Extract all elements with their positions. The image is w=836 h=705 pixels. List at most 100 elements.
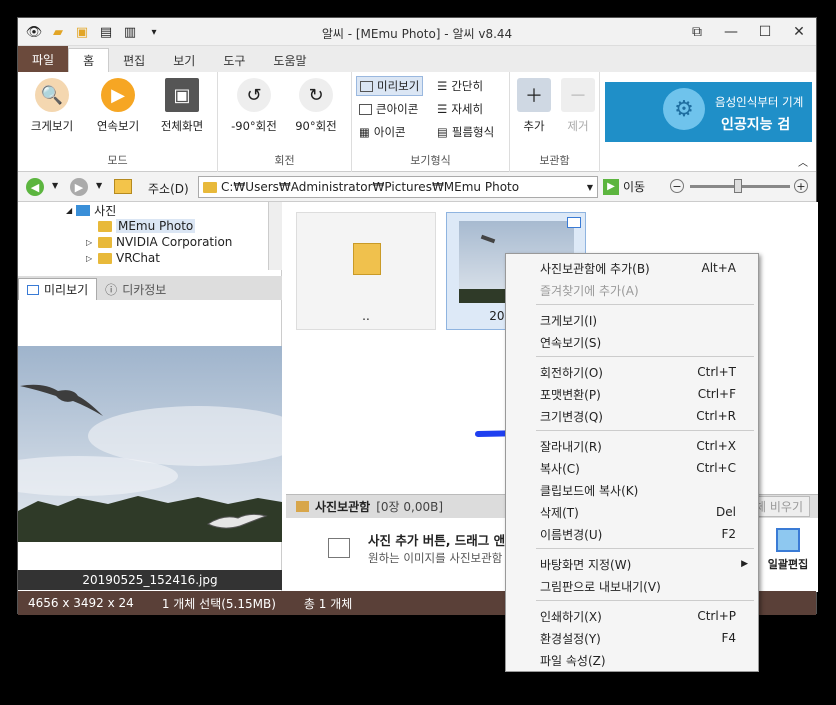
context-menu: 사진보관함에 추가(B) Alt+A 즐겨찾기에 추가(A) 크게보기(I) 연속…: [505, 253, 759, 672]
tree-item-label: NVIDIA Corporation: [116, 235, 233, 249]
pin-icon[interactable]: ⧉: [680, 18, 714, 46]
menu-rotate[interactable]: 회전하기(O) Ctrl+T: [506, 361, 758, 383]
menu-copy[interactable]: 복사(C) Ctrl+C: [506, 457, 758, 479]
album-add-icon: ＋: [517, 78, 551, 112]
menu-separator: [536, 600, 754, 601]
address-dropdown-icon[interactable]: ▼: [587, 183, 593, 192]
menu-set-wallpaper[interactable]: 바탕화면 지정(W) ▶: [506, 553, 758, 575]
large-view-button[interactable]: 🔍 크게보기: [20, 78, 84, 134]
batch-edit-label: 일괄편집: [767, 558, 809, 571]
menu-add-favorites[interactable]: 즐겨찾기에 추가(A): [506, 279, 758, 301]
ad-mascot-icon: ⚙: [663, 88, 705, 130]
forward-dropdown-icon[interactable]: ▼: [96, 181, 102, 190]
menu-add-to-album[interactable]: 사진보관함에 추가(B) Alt+A: [506, 257, 758, 279]
expand-icon: ▷: [86, 237, 93, 247]
zoom-out-icon[interactable]: −: [670, 179, 684, 193]
ribbon-collapse-icon[interactable]: ︿: [798, 154, 808, 169]
zoom-slider-thumb[interactable]: [734, 179, 742, 193]
details-icon: ☰: [437, 102, 448, 116]
parent-folder-item[interactable]: ..: [296, 212, 436, 330]
fullscreen-icon: ▣: [165, 78, 199, 112]
menu-file-properties[interactable]: 파일 속성(Z): [506, 649, 758, 671]
large-icon-view-label: 큰아이콘: [376, 102, 419, 116]
group-mode-label: 모드: [107, 154, 128, 167]
grid-icon: ▦: [359, 125, 370, 139]
forward-button[interactable]: ▶: [70, 178, 88, 196]
close-button[interactable]: ✕: [782, 18, 816, 46]
menu-resize[interactable]: 크기변경(Q) Ctrl+R: [506, 405, 758, 427]
tree-item-nvidia[interactable]: ▷ NVIDIA Corporation: [18, 234, 282, 250]
menu-format-convert[interactable]: 포맷변환(P) Ctrl+F: [506, 383, 758, 405]
menu-item-shortcut: Ctrl+C: [696, 461, 736, 475]
pictures-folder-icon: [76, 204, 91, 216]
menu-item-label: 복사(C): [540, 461, 580, 476]
icon-view-button[interactable]: ▦ 아이콘: [356, 122, 409, 142]
maximize-button[interactable]: ☐: [748, 18, 782, 46]
minimize-button[interactable]: —: [714, 18, 748, 46]
menu-separator: [536, 430, 754, 431]
tree-item-root[interactable]: ◢ 사진: [18, 202, 282, 218]
album-hint-line2: 원하는 이미지를 사진보관함: [368, 551, 503, 565]
address-bar: ◀ ▼ ▶ ▼ 주소(D) C:₩Users₩Administrator₩Pic…: [18, 172, 816, 202]
tab-preview[interactable]: 미리보기: [18, 278, 98, 300]
fullscreen-button[interactable]: ▣ 전체화면: [150, 78, 214, 134]
menu-item-label: 즐겨찾기에 추가(A): [540, 283, 639, 298]
album-remove-button[interactable]: － 제거: [554, 78, 602, 134]
simple-view-button[interactable]: ☰ 간단히: [434, 76, 486, 96]
menu-export-paint[interactable]: 그림판으로 내보내기(V): [506, 575, 758, 597]
album-add-button[interactable]: ＋ 추가: [510, 78, 558, 134]
go-button[interactable]: ▶ 이동: [603, 178, 645, 195]
album-add-label: 추가: [523, 119, 545, 133]
back-dropdown-icon[interactable]: ▼: [52, 181, 58, 190]
menu-item-shortcut: Ctrl+X: [696, 439, 736, 453]
tab-file[interactable]: 파일: [18, 46, 69, 72]
menu-separator: [536, 304, 754, 305]
ad-banner[interactable]: ⚙ 음성인식부터 기계 인공지능 검: [605, 82, 812, 142]
address-input[interactable]: C:₩Users₩Administrator₩Pictures₩MEmu Pho…: [198, 176, 598, 198]
slideshow-button[interactable]: ▶ 연속보기: [86, 78, 150, 134]
menu-print[interactable]: 인쇄하기(X) Ctrl+P: [506, 605, 758, 627]
image-type-icon: [567, 217, 581, 228]
tab-tools[interactable]: 도구: [209, 48, 259, 72]
fullscreen-label: 전체화면: [160, 119, 204, 133]
menu-item-shortcut: Ctrl+T: [697, 365, 736, 379]
menu-large-view[interactable]: 크게보기(I): [506, 309, 758, 331]
menu-delete[interactable]: 삭제(T) Del: [506, 501, 758, 523]
menu-settings[interactable]: 환경설정(Y) F4: [506, 627, 758, 649]
album-remove-label: 제거: [567, 119, 589, 133]
menu-rename[interactable]: 이름변경(U) F2: [506, 523, 758, 545]
preview-view-icon: [360, 80, 373, 92]
menu-cut[interactable]: 잘라내기(R) Ctrl+X: [506, 435, 758, 457]
large-icon-view-button[interactable]: 큰아이콘: [356, 99, 421, 119]
submenu-arrow-icon: ▶: [741, 559, 748, 569]
rotate-right-button[interactable]: ↻ 90°회전: [284, 78, 348, 134]
rotate-left-button[interactable]: ↺ -90°회전: [222, 78, 286, 134]
tab-camera-info[interactable]: ⓘ 디카정보: [97, 278, 174, 300]
filmstrip-view-button[interactable]: ▤ 필름형식: [434, 122, 497, 142]
menu-slideshow[interactable]: 연속보기(S): [506, 331, 758, 353]
up-folder-icon[interactable]: [114, 179, 132, 194]
preview-tabs: 미리보기 ⓘ 디카정보: [18, 276, 282, 300]
tab-home[interactable]: 홈: [68, 48, 110, 72]
batch-edit-button[interactable]: 일괄편집: [766, 528, 810, 572]
back-button[interactable]: ◀: [26, 178, 44, 196]
tab-help[interactable]: 도움말: [259, 48, 320, 72]
menu-item-label: 이름변경(U): [540, 527, 603, 542]
tree-root-label: 사진: [94, 203, 117, 218]
parent-folder-label: ..: [362, 309, 370, 323]
status-dimensions: 4656 x 3492 x 24: [28, 596, 134, 610]
title-bar: 👁 ▰ ▣ ▤ ▥ ▾ 알씨 - [MEmu Photo] - 알씨 v8.44…: [18, 18, 816, 46]
tab-edit[interactable]: 편집: [109, 48, 159, 72]
menu-copy-clipboard[interactable]: 클립보드에 복사(K): [506, 479, 758, 501]
menu-item-shortcut: Alt+A: [701, 261, 736, 275]
album-hint-line1: 사진 추가 버튼, 드래그 앤: [368, 533, 506, 548]
left-pane: ◢ 사진 MEmu Photo ▷ NVIDIA Corporation ▷ V…: [18, 202, 282, 591]
tree-item-memu[interactable]: MEmu Photo: [18, 218, 282, 234]
tree-item-vrchat[interactable]: ▷ VRChat: [18, 250, 282, 266]
zoom-in-icon[interactable]: +: [794, 179, 808, 193]
tree-scrollbar[interactable]: [268, 202, 282, 270]
preview-view-button[interactable]: 미리보기: [356, 76, 424, 96]
details-view-button[interactable]: ☰ 자세히: [434, 99, 486, 119]
tab-view[interactable]: 보기: [159, 48, 209, 72]
group-view-label: 보기형식: [410, 154, 451, 167]
